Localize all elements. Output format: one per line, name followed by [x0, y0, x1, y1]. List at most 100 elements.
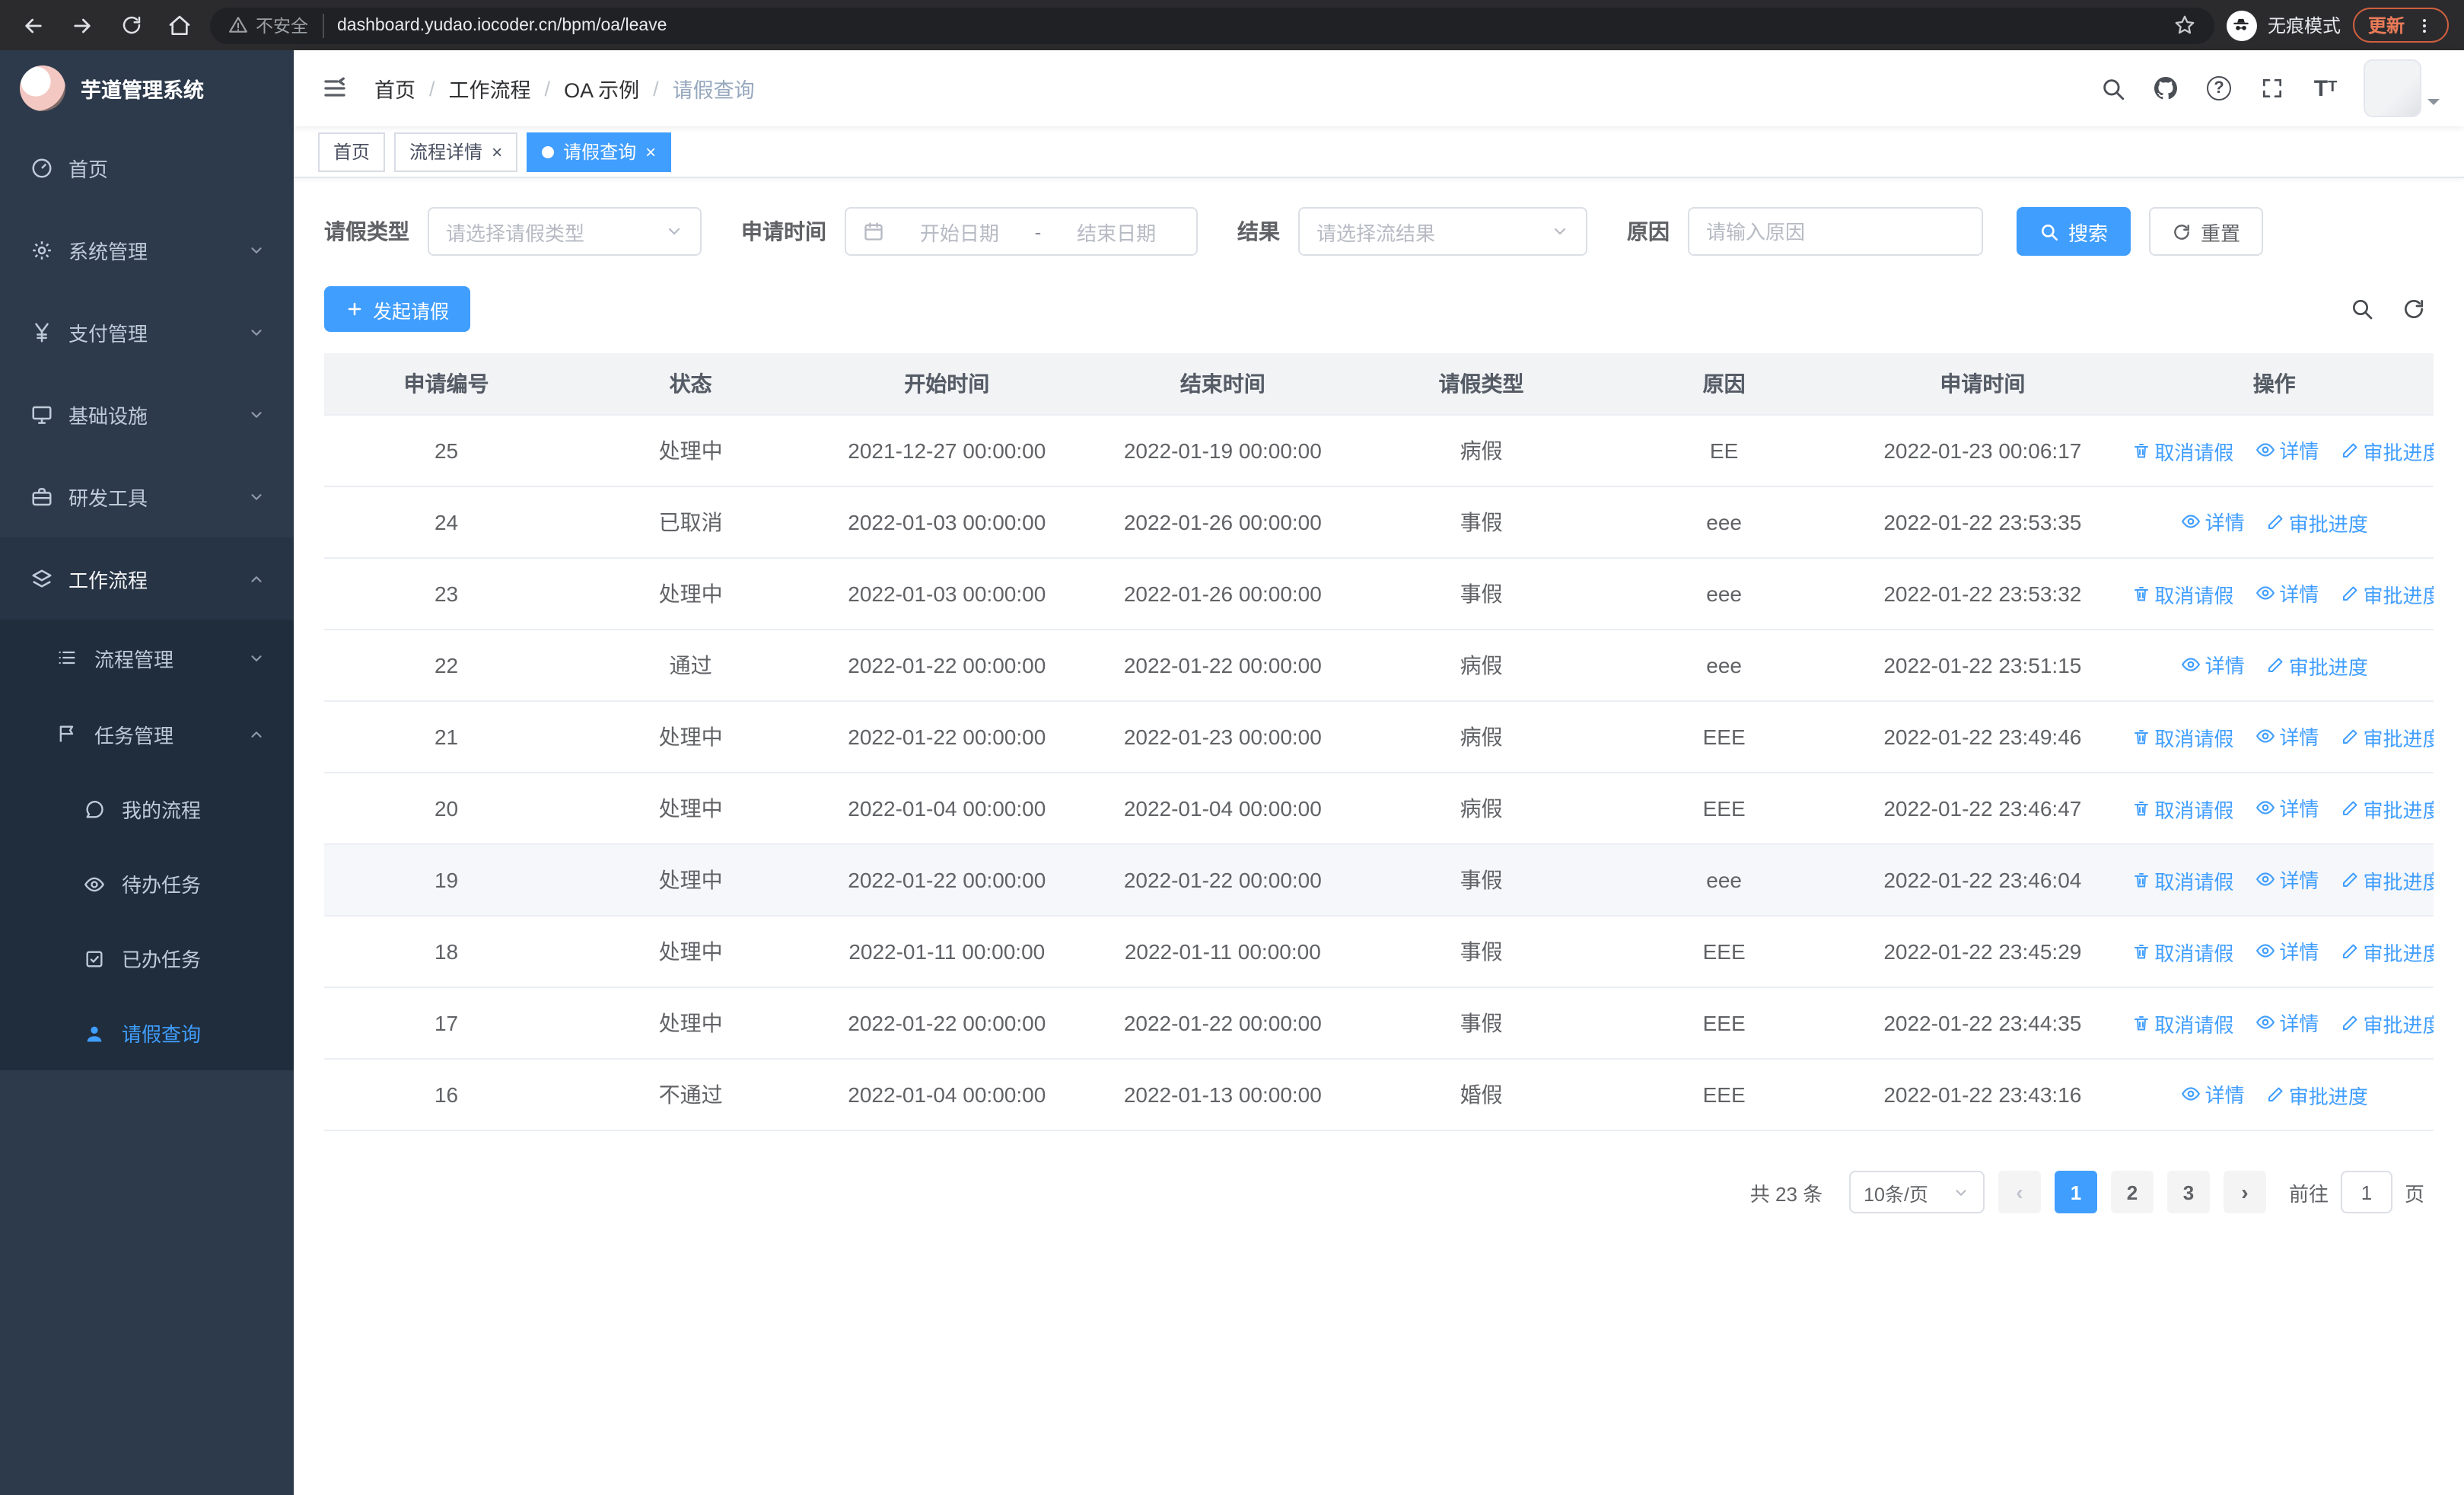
close-icon[interactable]: ×	[645, 142, 656, 161]
fullscreen-icon[interactable]	[2257, 73, 2287, 104]
font-size-icon[interactable]: TT	[2310, 73, 2341, 104]
cancel-leave-link[interactable]: 取消请假	[2131, 866, 2233, 895]
detail-link[interactable]: 详情	[2255, 579, 2319, 608]
reason-input[interactable]	[1706, 220, 1965, 243]
col-apply-time: 申请时间	[1850, 353, 2115, 416]
table-toolbar: 发起请假	[324, 286, 2434, 332]
cancel-leave-link[interactable]: 取消请假	[2131, 1009, 2233, 1038]
page-button-2[interactable]: 2	[2110, 1171, 2154, 1213]
sidebar-item-todo-tasks[interactable]: 待办任务	[0, 846, 294, 921]
approval-progress-link[interactable]: 审批进度	[2340, 437, 2434, 466]
detail-link[interactable]: 详情	[2181, 1080, 2245, 1109]
breadcrumb-oa-example[interactable]: OA 示例	[564, 73, 639, 104]
detail-link[interactable]: 详情	[2255, 1009, 2319, 1038]
approval-progress-link[interactable]: 审批进度	[2340, 938, 2434, 967]
sidebar-item-done-tasks[interactable]: 已办任务	[0, 921, 294, 996]
approval-progress-link[interactable]: 审批进度	[2340, 795, 2434, 824]
browser-update-button[interactable]: 更新	[2352, 8, 2449, 43]
sidebar-item-payment[interactable]: 支付管理	[0, 291, 294, 373]
detail-link[interactable]: 详情	[2255, 794, 2319, 823]
sidebar-item-workflow[interactable]: 工作流程	[0, 537, 294, 620]
cancel-leave-link[interactable]: 取消请假	[2131, 795, 2233, 824]
help-icon[interactable]: ?	[2204, 73, 2234, 104]
cell-status: 通过	[568, 630, 813, 702]
page-size-select[interactable]: 10条/页	[1848, 1171, 1985, 1213]
search-icon[interactable]	[2097, 73, 2128, 104]
cell-apply-time: 2022-01-22 23:46:47	[1850, 773, 2115, 845]
user-menu[interactable]	[2364, 59, 2440, 117]
trash-icon	[2134, 730, 2148, 744]
breadcrumb-home[interactable]: 首页	[374, 73, 415, 104]
apply-time-range-picker[interactable]: 开始日期 - 结束日期	[845, 207, 1198, 256]
detail-link[interactable]: 详情	[2255, 722, 2319, 751]
sidebar-item-task-management[interactable]: 任务管理	[0, 696, 294, 772]
avatar[interactable]	[2364, 59, 2421, 117]
browser-back-button[interactable]	[15, 7, 52, 43]
refresh-table-icon[interactable]	[2400, 295, 2427, 323]
browser-menu-icon[interactable]	[2415, 14, 2434, 36]
reset-button[interactable]: 重置	[2149, 207, 2264, 256]
sidebar-item-process-management[interactable]: 流程管理	[0, 620, 294, 696]
tab-leave-query[interactable]: 请假查询 ×	[527, 132, 672, 171]
edit-icon	[2342, 587, 2357, 601]
edit-icon	[2342, 444, 2357, 458]
end-date-placeholder[interactable]: 结束日期	[1053, 217, 1179, 246]
prev-page-button[interactable]: ‹	[1998, 1171, 2041, 1213]
detail-link[interactable]: 详情	[2255, 937, 2319, 966]
detail-link[interactable]: 详情	[2255, 436, 2319, 465]
page-button-3[interactable]: 3	[2166, 1171, 2210, 1213]
sidebar-item-leave-query[interactable]: 请假查询	[0, 996, 294, 1070]
breadcrumb-workflow[interactable]: 工作流程	[449, 73, 531, 104]
browser-refresh-button[interactable]	[113, 7, 149, 43]
cancel-leave-link[interactable]: 取消请假	[2131, 437, 2233, 466]
browser-address-bar[interactable]: 不安全 dashboard.yudao.iocoder.cn/bpm/oa/le…	[210, 7, 2214, 43]
approval-progress-link[interactable]: 审批进度	[2266, 652, 2368, 681]
reset-icon	[2174, 224, 2189, 239]
tags-view-bar: 首页 流程详情 × 请假查询 ×	[294, 126, 2464, 178]
cell-start-time: 2022-01-22 00:00:00	[813, 630, 1081, 702]
start-date-placeholder[interactable]: 开始日期	[896, 217, 1023, 246]
approval-progress-link[interactable]: 审批进度	[2340, 580, 2434, 609]
cancel-leave-link[interactable]: 取消请假	[2131, 580, 2233, 609]
search-button[interactable]: 搜索	[2017, 207, 2131, 256]
cancel-leave-link[interactable]: 取消请假	[2131, 938, 2233, 967]
reason-field[interactable]	[1688, 207, 1983, 256]
toggle-search-icon[interactable]	[2348, 295, 2376, 323]
cell-operations: 详情 审批进度	[2115, 486, 2434, 559]
next-page-button[interactable]: ›	[2223, 1171, 2266, 1213]
sidebar-item-devtools[interactable]: 研发工具	[0, 455, 294, 537]
security-warning[interactable]: 不安全	[228, 13, 323, 37]
github-icon[interactable]	[2150, 73, 2181, 104]
tab-home[interactable]: 首页	[318, 132, 386, 171]
cancel-leave-link[interactable]: 取消请假	[2131, 723, 2233, 752]
detail-link[interactable]: 详情	[2181, 508, 2245, 537]
page-button-1[interactable]: 1	[2054, 1171, 2097, 1213]
result-select[interactable]: 请选择流结果	[1298, 207, 1587, 256]
sidebar-item-infrastructure[interactable]: 基础设施	[0, 373, 294, 455]
browser-forward-button[interactable]	[64, 7, 100, 43]
approval-progress-link[interactable]: 审批进度	[2340, 866, 2434, 895]
cell-apply-id: 18	[324, 916, 569, 988]
forward-icon	[74, 18, 91, 33]
close-icon[interactable]: ×	[492, 142, 502, 161]
url-text[interactable]: dashboard.yudao.iocoder.cn/bpm/oa/leave	[337, 16, 2160, 34]
sidebar-item-my-process[interactable]: 我的流程	[0, 772, 294, 846]
sidebar-item-system[interactable]: 系统管理	[0, 209, 294, 291]
eye-icon	[2181, 515, 2200, 529]
browser-home-button[interactable]	[161, 7, 198, 43]
detail-link[interactable]: 详情	[2181, 651, 2245, 680]
detail-link[interactable]: 详情	[2255, 865, 2319, 894]
sidebar-collapse-icon[interactable]	[318, 72, 352, 105]
sidebar-item-home[interactable]: 首页	[0, 126, 294, 209]
create-leave-button[interactable]: 发起请假	[324, 286, 471, 332]
approval-progress-link[interactable]: 审批进度	[2266, 1081, 2368, 1110]
incognito-icon	[2226, 10, 2257, 40]
goto-page-input[interactable]	[2340, 1171, 2392, 1213]
bookmark-star-icon[interactable]	[2173, 14, 2196, 37]
approval-progress-link[interactable]: 审批进度	[2266, 508, 2368, 537]
approval-progress-link[interactable]: 审批进度	[2340, 723, 2434, 752]
approval-progress-link[interactable]: 审批进度	[2340, 1009, 2434, 1038]
chevron-down-icon	[248, 324, 265, 340]
leave-type-select[interactable]: 请选择请假类型	[428, 207, 702, 256]
tab-process-detail[interactable]: 流程详情 ×	[394, 132, 518, 171]
